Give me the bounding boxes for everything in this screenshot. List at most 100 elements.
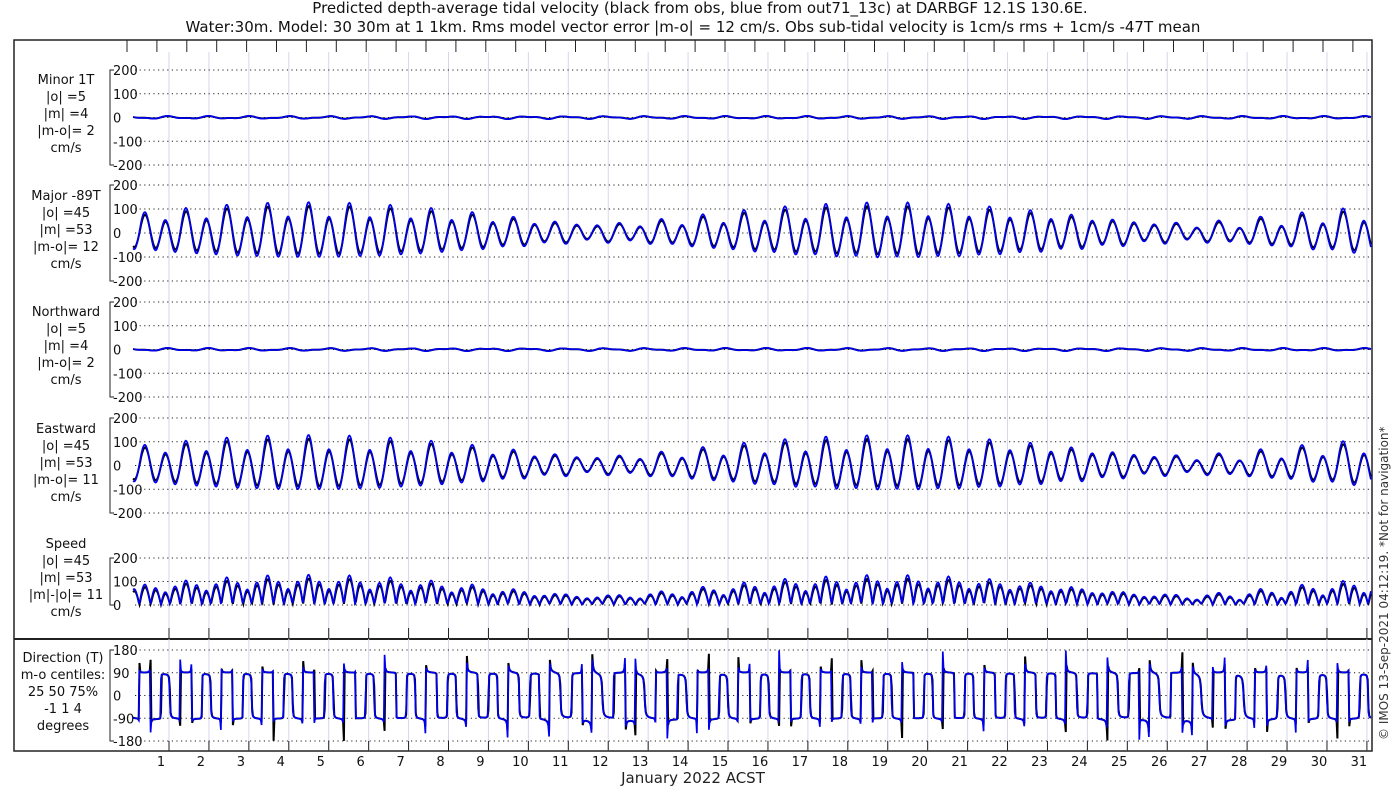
minor-panel-label: cm/s	[51, 141, 82, 156]
north-panel-label: |m-o|= 2	[37, 356, 95, 371]
north-panel-label: |m| =4	[44, 339, 89, 354]
speed-y-tick-label: 0	[113, 599, 121, 614]
minor-y-tick-label: 100	[113, 88, 138, 103]
speed-panel-label: cm/s	[51, 605, 82, 620]
direction-y-tick-label: 180	[113, 644, 138, 659]
tidal-velocity-figure: Predicted depth-average tidal velocity (…	[13, 0, 1391, 787]
x-tick-label: 8	[436, 755, 444, 770]
direction-y-tick-label: -180	[113, 735, 143, 750]
east-panel-label: Eastward	[36, 422, 96, 437]
x-tick-label: 31	[1351, 755, 1368, 770]
x-tick-label: 17	[792, 755, 809, 770]
minor-panel-label: |m-o|= 2	[37, 124, 95, 139]
x-tick-label: 3	[237, 755, 245, 770]
minor-panel-label: |m| =4	[44, 107, 89, 122]
direction-obs-line	[132, 652, 1372, 741]
x-tick-label: 6	[357, 755, 365, 770]
east-panel-label: |m-o|= 11	[33, 473, 99, 488]
x-tick-label: 21	[951, 755, 968, 770]
north-y-tick-label: 100	[113, 320, 138, 335]
chart-title-line-1: Predicted depth-average tidal velocity (…	[312, 0, 1087, 18]
major-panel-label: cm/s	[51, 257, 82, 272]
direction-panel-label: 25 50 75%	[28, 685, 98, 700]
east-y-tick-label: -200	[113, 507, 143, 522]
north-y-tick-label: 0	[113, 344, 121, 359]
minor-panel-label: Minor 1T	[38, 73, 95, 88]
x-tick-label: 20	[911, 755, 928, 770]
x-tick-label: 24	[1071, 755, 1088, 770]
speed-y-tick-label: 200	[113, 552, 138, 567]
east-y-tick-label: 0	[113, 460, 121, 475]
speed-panel-label: Speed	[46, 537, 87, 552]
x-tick-label: 28	[1231, 755, 1248, 770]
direction-y-tick-label: 0	[113, 690, 121, 705]
major-y-tick-label: 200	[113, 179, 138, 194]
major-panel-label: Major -89T	[31, 189, 100, 204]
x-tick-label: 23	[1031, 755, 1048, 770]
x-tick-label: 26	[1151, 755, 1168, 770]
north-y-tick-label: 200	[113, 296, 138, 311]
north-panel-label: Northward	[32, 305, 100, 320]
x-tick-label: 16	[752, 755, 769, 770]
x-tick-label: 11	[552, 755, 569, 770]
x-axis-label: January 2022 ACST	[620, 769, 766, 787]
east-y-tick-label: -100	[113, 483, 143, 498]
north-panel-label: cm/s	[51, 373, 82, 388]
x-tick-label: 2	[197, 755, 205, 770]
speed-panel-label: |m|-|o|= 11	[29, 588, 103, 603]
direction-y-tick-label: -90	[113, 712, 134, 727]
x-tick-label: 22	[991, 755, 1008, 770]
x-tick-label: 13	[632, 755, 649, 770]
major-model-line	[132, 201, 1372, 259]
east-y-tick-label: 100	[113, 436, 138, 451]
major-y-tick-label: 100	[113, 203, 138, 218]
north-y-tick-label: -200	[113, 391, 143, 406]
direction-panel-label: Direction (T)	[23, 651, 104, 666]
east-panel-label: |o| =45	[42, 439, 90, 454]
chart-title-line-2: Water:30m. Model: 30 30m at 1 1km. Rms m…	[186, 18, 1201, 36]
x-tick-label: 29	[1271, 755, 1288, 770]
x-tick-label: 5	[317, 755, 325, 770]
x-tick-label: 15	[712, 755, 729, 770]
x-tick-label: 9	[476, 755, 484, 770]
x-tick-label: 25	[1111, 755, 1128, 770]
major-y-tick-label: -100	[113, 251, 143, 266]
major-panel-label: |m| =53	[40, 223, 93, 238]
direction-panel-label: m-o centiles:	[21, 668, 106, 683]
x-tick-label: 27	[1191, 755, 1208, 770]
major-y-tick-label: 0	[113, 227, 121, 242]
minor-panel-label: |o| =5	[46, 90, 86, 105]
label-layer: Minor 1T |o| =5 |m| =4 |m-o|= 2 cm/s Major -8…	[21, 73, 106, 734]
major-panel-label: |o| =45	[42, 206, 90, 221]
direction-y-tick-label: 90	[113, 667, 130, 682]
x-tick-label: 30	[1311, 755, 1328, 770]
direction-panel-label: degrees	[37, 719, 90, 734]
major-panel-label: |m-o|= 12	[33, 240, 99, 255]
east-panel-label: |m| =53	[40, 456, 93, 471]
x-tick-label: 12	[592, 755, 609, 770]
x-tick-label: 7	[396, 755, 404, 770]
grid-layer: 1 2 3 4 5 6 7 8 9 10 11 12 13 14 15 16 17 18 19 20 21 22 23 24 2…	[109, 40, 1370, 770]
minor-y-tick-label: -200	[113, 159, 143, 174]
x-tick-label: 4	[277, 755, 285, 770]
north-panel-label: |o| =5	[46, 322, 86, 337]
speed-panel-label: |m| =53	[40, 571, 93, 586]
minor-y-tick-label: 0	[113, 112, 121, 127]
speed-model-line	[132, 573, 1372, 608]
major-y-tick-label: -200	[113, 275, 143, 290]
x-tick-label: 1	[157, 755, 165, 770]
figure-frame	[13, 39, 1373, 752]
x-tick-label: 14	[672, 755, 689, 770]
minor-y-tick-label: 200	[113, 64, 138, 79]
copyright-note: © IMOS 13-Sep-2021 04:12:19. *Not for na…	[1377, 426, 1391, 740]
x-tick-label: 18	[832, 755, 849, 770]
north-y-tick-label: -100	[113, 367, 143, 382]
x-tick-label: 10	[512, 755, 529, 770]
direction-panel-label: -1 1 4	[44, 702, 82, 717]
minor-y-tick-label: -100	[113, 135, 143, 150]
speed-y-tick-label: 100	[113, 576, 138, 591]
x-tick-label: 19	[871, 755, 888, 770]
east-model-line	[132, 433, 1372, 491]
east-panel-label: cm/s	[51, 490, 82, 505]
east-y-tick-label: 200	[113, 412, 138, 427]
